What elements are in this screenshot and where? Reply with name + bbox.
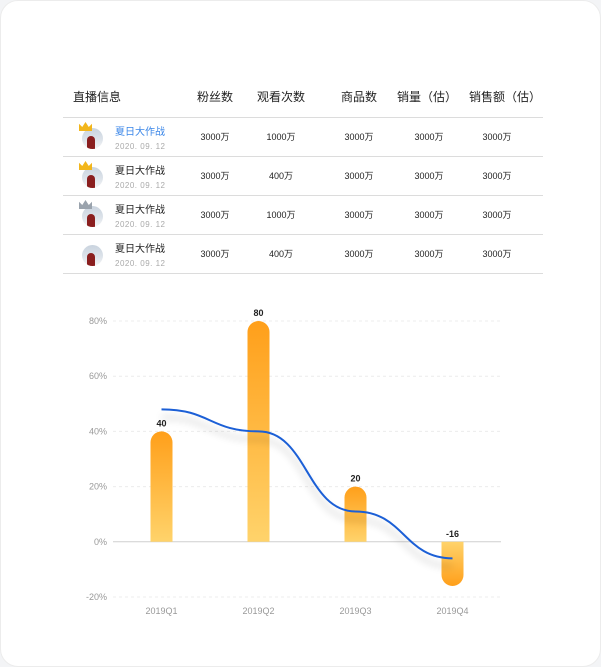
revenue-value: 3000万 bbox=[482, 132, 512, 142]
live-date: 2020. 09. 12 bbox=[115, 142, 166, 151]
views-value: 400万 bbox=[268, 171, 294, 181]
products-value: 3000万 bbox=[344, 210, 374, 220]
table-row[interactable]: 夏日大作战 2020. 09. 12 3000万 1000万 3000万 300… bbox=[63, 118, 543, 157]
fans-value: 3000万 bbox=[200, 171, 230, 181]
header-products: 商品数 bbox=[340, 90, 377, 104]
y-tick-label: 80% bbox=[89, 316, 107, 326]
data-label: 80 bbox=[253, 308, 263, 318]
header-views: 观看次数 bbox=[256, 90, 305, 104]
live-title-link[interactable]: 夏日大作战 bbox=[115, 205, 165, 217]
avatar bbox=[82, 206, 103, 227]
live-info: 夏日大作战 2020. 09. 12 bbox=[73, 196, 183, 234]
fans-value: 3000万 bbox=[200, 132, 230, 142]
live-stream-table: 直播信息 粉丝数 观看次数 商品数 销量（估） 销售额（估） 夏日大作战 202… bbox=[63, 77, 543, 274]
y-tick-label: -20% bbox=[86, 592, 107, 602]
y-tick-label: 60% bbox=[89, 371, 107, 381]
y-tick-label: 20% bbox=[89, 482, 107, 492]
x-tick-label: 2019Q2 bbox=[242, 606, 274, 616]
header-sales: 销量（估） bbox=[397, 90, 458, 104]
live-title-link[interactable]: 夏日大作战 bbox=[115, 166, 165, 178]
header-live-info: 直播信息 bbox=[73, 90, 122, 104]
table-header: 直播信息 粉丝数 观看次数 商品数 销量（估） 销售额（估） bbox=[63, 77, 543, 118]
x-tick-label: 2019Q3 bbox=[339, 606, 371, 616]
sales-value: 3000万 bbox=[414, 210, 444, 220]
header-revenue: 销售额（估） bbox=[468, 90, 541, 104]
live-date: 2020. 09. 12 bbox=[115, 259, 166, 268]
fans-value: 3000万 bbox=[200, 249, 230, 259]
avatar bbox=[82, 167, 103, 188]
data-label: 20 bbox=[350, 474, 360, 484]
table-row[interactable]: 夏日大作战 2020. 09. 12 3000万 400万 3000万 3000… bbox=[63, 157, 543, 196]
products-value: 3000万 bbox=[344, 249, 374, 259]
live-info: 夏日大作战 2020. 09. 12 bbox=[73, 235, 183, 273]
views-value: 400万 bbox=[268, 249, 294, 259]
live-date: 2020. 09. 12 bbox=[115, 220, 166, 229]
sales-value: 3000万 bbox=[414, 171, 444, 181]
header-fans: 粉丝数 bbox=[196, 90, 233, 104]
gold-crown-icon bbox=[79, 161, 92, 170]
y-tick-label: 40% bbox=[89, 426, 107, 436]
data-label: -16 bbox=[446, 529, 459, 539]
x-tick-label: 2019Q4 bbox=[436, 606, 468, 616]
live-info: 夏日大作战 2020. 09. 12 bbox=[73, 157, 183, 195]
bar bbox=[344, 486, 367, 542]
views-value: 1000万 bbox=[266, 210, 296, 220]
bar bbox=[441, 541, 464, 586]
sales-value: 3000万 bbox=[414, 249, 444, 259]
table-row[interactable]: 夏日大作战 2020. 09. 12 3000万 1000万 3000万 300… bbox=[63, 196, 543, 235]
sales-value: 3000万 bbox=[414, 132, 444, 142]
x-tick-label: 2019Q1 bbox=[145, 606, 177, 616]
products-value: 3000万 bbox=[344, 132, 374, 142]
views-value: 1000万 bbox=[266, 132, 296, 142]
products-value: 3000万 bbox=[344, 171, 374, 181]
y-tick-label: 0% bbox=[94, 537, 107, 547]
bar bbox=[150, 431, 173, 542]
card: 直播信息 粉丝数 观看次数 商品数 销量（估） 销售额（估） 夏日大作战 202… bbox=[0, 0, 601, 667]
live-title-link[interactable]: 夏日大作战 bbox=[115, 244, 165, 256]
data-label: 40 bbox=[156, 418, 166, 428]
avatar bbox=[82, 245, 103, 266]
silver-crown-icon bbox=[79, 200, 92, 209]
live-info: 夏日大作战 2020. 09. 12 bbox=[73, 118, 183, 156]
revenue-value: 3000万 bbox=[482, 171, 512, 181]
table-row[interactable]: 夏日大作战 2020. 09. 12 3000万 400万 3000万 3000… bbox=[63, 235, 543, 274]
live-date: 2020. 09. 12 bbox=[115, 181, 166, 190]
revenue-value: 3000万 bbox=[482, 210, 512, 220]
chart-svg: 80% 60% 40% 20% 0% -20% 40 2019Q1 80 2019Q2 20 2019… bbox=[86, 308, 501, 616]
revenue-value: 3000万 bbox=[482, 249, 512, 259]
avatar bbox=[82, 128, 103, 149]
quarterly-chart: 80% 60% 40% 20% 0% -20% 40 2019Q1 80 2019Q2 20 2019… bbox=[81, 301, 521, 631]
gold-crown-icon bbox=[79, 122, 92, 131]
fans-value: 3000万 bbox=[200, 210, 230, 220]
live-title-link[interactable]: 夏日大作战 bbox=[115, 127, 165, 139]
